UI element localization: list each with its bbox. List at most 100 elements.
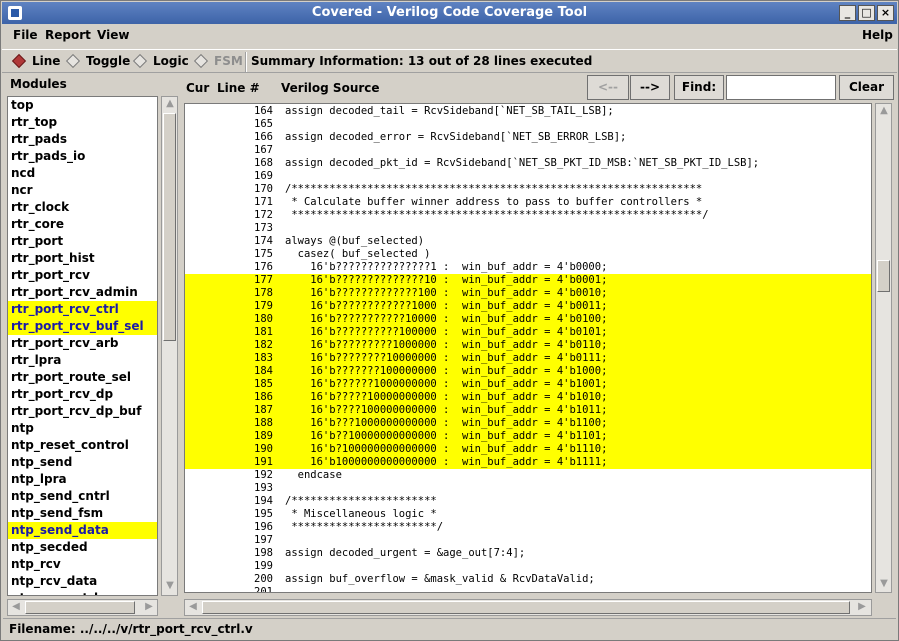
maximize-button[interactable]: □: [858, 5, 875, 21]
module-list-item[interactable]: rtr_core: [8, 216, 157, 233]
module-list-item[interactable]: ncr: [8, 182, 157, 199]
scroll-left-arrow-icon[interactable]: ◀: [9, 600, 23, 614]
module-list-item[interactable]: ntp_send_fsm: [8, 505, 157, 522]
module-list-item[interactable]: rtr_pads_io: [8, 148, 157, 165]
radio-line-label: Line: [32, 54, 61, 68]
title-bar: Covered - Verilog Code Coverage Tool _ □…: [2, 2, 897, 24]
radio-toggle[interactable]: Toggle: [65, 53, 130, 69]
module-list-item[interactable]: ntp_lpra: [8, 471, 157, 488]
clear-button[interactable]: Clear: [839, 75, 894, 100]
module-list-item[interactable]: rtr_lpra: [8, 352, 157, 369]
source-text: /***************************************…: [285, 183, 703, 195]
source-text: 16'b?100000000000000 : win_buf_addr = 4'…: [285, 443, 608, 455]
module-list-vscrollbar[interactable]: ▲ ▼: [161, 96, 178, 596]
module-list-item[interactable]: rtr_port_rcv_admin: [8, 284, 157, 301]
line-number: 165: [254, 118, 273, 130]
radio-logic[interactable]: Logic: [132, 53, 189, 69]
module-list-item[interactable]: top: [8, 97, 157, 114]
module-list-item[interactable]: rtr_pads: [8, 131, 157, 148]
module-list-item[interactable]: ntp_secded: [8, 539, 157, 556]
scroll-right-arrow-icon[interactable]: ▶: [142, 600, 156, 614]
scroll-left-arrow-icon[interactable]: ◀: [186, 600, 200, 614]
radio-line[interactable]: Line: [11, 53, 61, 69]
module-list-item[interactable]: ntp_rcv_data: [8, 573, 157, 590]
line-number: 192: [254, 469, 273, 481]
source-text: 16'b??10000000000000 : win_buf_addr = 4'…: [285, 430, 608, 442]
prev-button[interactable]: <--: [587, 75, 629, 100]
module-list-item[interactable]: ntp_rcv_cntrl: [8, 590, 157, 595]
code-line: 201: [185, 586, 871, 592]
code-line: 180 16'b???????????10000 : win_buf_addr …: [185, 313, 871, 326]
source-text: 16'b??????1000000000 : win_buf_addr = 4'…: [285, 378, 608, 390]
code-hscroll-thumb[interactable]: [202, 601, 850, 614]
module-list[interactable]: top rtr_top rtr_pads rtr_pads_io ncd ncr rtr_c…: [7, 96, 158, 596]
line-number: 199: [254, 560, 273, 572]
module-list-hscroll-thumb[interactable]: [25, 601, 135, 614]
line-number: 177: [254, 274, 273, 286]
code-scroll-thumb[interactable]: [877, 260, 890, 292]
scroll-up-arrow-icon[interactable]: ▲: [877, 104, 891, 118]
menu-help[interactable]: Help: [862, 28, 893, 42]
radio-fsm: FSM: [193, 53, 243, 69]
line-number: 176: [254, 261, 273, 273]
module-list-item[interactable]: ntp_send: [8, 454, 157, 471]
source-text: ****************************************…: [285, 209, 709, 221]
module-list-item[interactable]: ntp_send_data: [8, 522, 157, 539]
line-number: 184: [254, 365, 273, 377]
line-number: 191: [254, 456, 273, 468]
source-text: 16'b?????????1000000 : win_buf_addr = 4'…: [285, 339, 608, 351]
module-list-item[interactable]: ncd: [8, 165, 157, 182]
radio-unselected-icon: [132, 53, 148, 69]
module-list-hscrollbar[interactable]: ◀ ▶: [7, 599, 158, 616]
module-list-item[interactable]: rtr_port_route_sel: [8, 369, 157, 386]
code-line: 175 casez( buf_selected ): [185, 248, 871, 261]
module-list-item[interactable]: rtr_port_rcv: [8, 267, 157, 284]
module-list-item[interactable]: ntp_rcv: [8, 556, 157, 573]
source-text: 16'b????????10000000 : win_buf_addr = 4'…: [285, 352, 608, 364]
module-list-item[interactable]: rtr_top: [8, 114, 157, 131]
code-line: 169: [185, 170, 871, 183]
code-line: 183 16'b????????10000000 : win_buf_addr …: [185, 352, 871, 365]
minimize-button[interactable]: _: [839, 5, 856, 21]
module-list-item[interactable]: rtr_port_rcv_dp: [8, 386, 157, 403]
code-line: 194 /***********************: [185, 495, 871, 508]
module-list-item[interactable]: rtr_port: [8, 233, 157, 250]
code-hscrollbar[interactable]: ◀ ▶: [184, 599, 872, 616]
line-number: 187: [254, 404, 273, 416]
module-list-item[interactable]: rtr_port_rcv_dp_buf: [8, 403, 157, 420]
close-button[interactable]: ×: [877, 5, 894, 21]
scroll-down-arrow-icon[interactable]: ▼: [877, 577, 891, 591]
source-text: 16'b??????????100000 : win_buf_addr = 4'…: [285, 326, 608, 338]
menu-report[interactable]: Report: [45, 28, 91, 42]
line-number: 188: [254, 417, 273, 429]
scroll-right-arrow-icon[interactable]: ▶: [855, 600, 869, 614]
code-line: 176 16'b???????????????1 : win_buf_addr …: [185, 261, 871, 274]
code-line: 174 always @(buf_selected): [185, 235, 871, 248]
verilog-source-view[interactable]: 164 assign decoded_tail = RcvSideband[`NE…: [184, 103, 872, 593]
module-list-item[interactable]: rtr_port_rcv_buf_sel: [8, 318, 157, 335]
module-list-item[interactable]: rtr_port_rcv_ctrl: [8, 301, 157, 318]
scroll-up-arrow-icon[interactable]: ▲: [163, 97, 177, 111]
module-list-item[interactable]: rtr_port_rcv_arb: [8, 335, 157, 352]
next-button[interactable]: -->: [630, 75, 670, 100]
source-text: 16'b?????10000000000 : win_buf_addr = 4'…: [285, 391, 608, 403]
module-list-item[interactable]: rtr_clock: [8, 199, 157, 216]
line-number: 168: [254, 157, 273, 169]
module-list-scroll-thumb[interactable]: [163, 113, 176, 341]
menu-bar: File Report View Help: [2, 25, 897, 47]
module-list-item[interactable]: ntp_send_cntrl: [8, 488, 157, 505]
module-list-item[interactable]: rtr_port_hist: [8, 250, 157, 267]
source-column-header: Verilog Source: [281, 81, 380, 95]
code-line: 173: [185, 222, 871, 235]
menu-view[interactable]: View: [97, 28, 129, 42]
module-list-item[interactable]: ntp_reset_control: [8, 437, 157, 454]
module-list-item[interactable]: ntp: [8, 420, 157, 437]
find-input[interactable]: [726, 75, 836, 100]
source-text: 16'b???????????10000 : win_buf_addr = 4'…: [285, 313, 608, 325]
menu-file[interactable]: File: [13, 28, 38, 42]
window-title: Covered - Verilog Code Coverage Tool: [311, 5, 588, 20]
code-vscrollbar[interactable]: ▲ ▼: [875, 103, 892, 593]
scroll-down-arrow-icon[interactable]: ▼: [163, 579, 177, 593]
source-text: /***********************: [285, 495, 437, 507]
toolbar-separator: [245, 52, 247, 72]
